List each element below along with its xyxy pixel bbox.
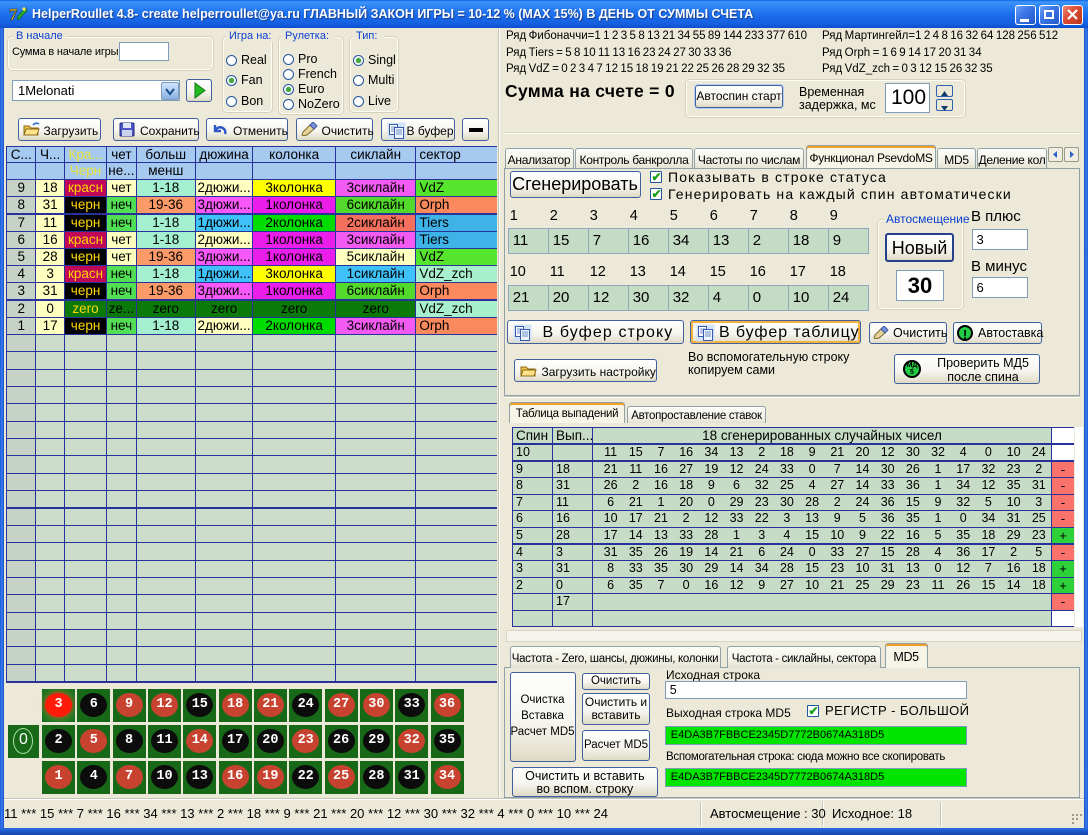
svg-text:7: 7 — [9, 5, 18, 24]
